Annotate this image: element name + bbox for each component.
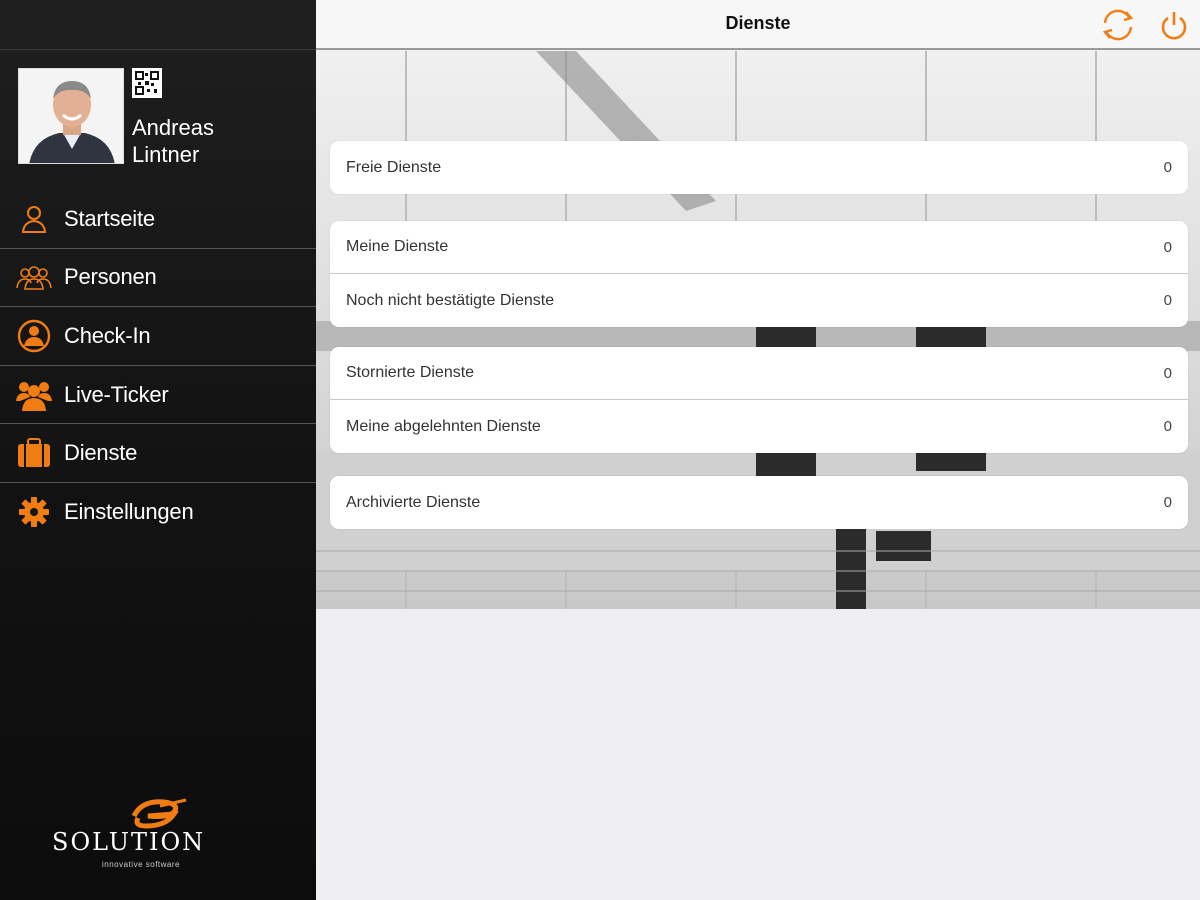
group-free: Freie Dienste 0 <box>330 141 1188 194</box>
list-item-label: Stornierte Dienste <box>346 364 475 381</box>
avatar-photo <box>19 69 123 163</box>
group-archived: Archivierte Dienste 0 <box>330 476 1188 529</box>
avatar[interactable] <box>18 68 124 164</box>
logo-wordmark: SOLUTION <box>52 828 206 856</box>
profile-last-name: Lintner <box>132 142 200 167</box>
sidebar-item-label: Check-In <box>64 322 151 348</box>
profile-name: Andreas Lintner <box>132 114 214 168</box>
list-item-count: 0 <box>1163 238 1172 256</box>
main-content: Freie Dienste 0 Meine Dienste 0 Noch nic… <box>316 51 1200 900</box>
sidebar-item-live-ticker[interactable]: Live-Ticker <box>0 366 316 425</box>
sidebar-item-personen[interactable]: Personen <box>0 249 316 308</box>
sidebar-item-startseite[interactable]: Startseite <box>0 190 316 249</box>
group-cancelled: Stornierte Dienste 0 Meine abgelehnten D… <box>330 347 1188 453</box>
logo-e-icon <box>131 798 187 829</box>
list-item-label: Freie Dienste <box>346 158 442 176</box>
list-item-count: 0 <box>1163 364 1172 382</box>
people-outline-icon <box>16 259 52 295</box>
header-bar: Dienste <box>316 0 1200 50</box>
list-item-label: Meine abgelehnten Dienste <box>346 417 541 435</box>
list-item[interactable]: Archivierte Dienste 0 <box>330 476 1188 529</box>
sidebar-item-label: Personen <box>64 264 157 290</box>
list-item-count: 0 <box>1163 292 1172 309</box>
list-item-label: Meine Dienste <box>346 238 449 255</box>
list-item[interactable]: Noch nicht bestätigte Dienste 0 <box>330 274 1188 327</box>
list-item[interactable]: Stornierte Dienste 0 <box>330 347 1188 400</box>
list-item-count: 0 <box>1163 494 1172 511</box>
list-item-count: 0 <box>1163 418 1172 435</box>
power-button[interactable] <box>1156 8 1192 42</box>
sidebar-item-label: Startseite <box>64 205 155 231</box>
list-item-label: Noch nicht bestätigte Dienste <box>346 291 555 309</box>
sidebar-top-bar <box>0 0 316 50</box>
gear-icon <box>16 494 52 530</box>
sidebar-nav: Startseite Personen Check-In Live-Ticker… <box>0 190 316 542</box>
group-icon <box>16 377 52 413</box>
sidebar-item-label: Einstellungen <box>64 499 194 525</box>
person-circle-icon <box>16 318 52 354</box>
profile-card[interactable]: Andreas Lintner <box>0 50 316 190</box>
company-logo: SOLUTION innovative software <box>52 798 268 878</box>
group-mine: Meine Dienste 0 Noch nicht bestätigte Di… <box>330 221 1188 327</box>
list-item-count: 0 <box>1163 159 1172 176</box>
list-item[interactable]: Freie Dienste 0 <box>330 141 1188 194</box>
qr-code-icon[interactable] <box>132 68 162 98</box>
page-title: Dienste <box>725 13 791 33</box>
refresh-button[interactable] <box>1100 8 1136 42</box>
sidebar-item-einstellungen[interactable]: Einstellungen <box>0 483 316 542</box>
list-item[interactable]: Meine Dienste 0 <box>330 221 1188 274</box>
sidebar-item-dienste[interactable]: Dienste <box>0 424 316 483</box>
person-outline-icon <box>16 201 52 237</box>
list-item-label: Archivierte Dienste <box>346 493 481 511</box>
refresh-icon <box>1102 9 1134 41</box>
sidebar-item-check-in[interactable]: Check-In <box>0 307 316 366</box>
power-icon <box>1161 12 1187 40</box>
sidebar: Andreas Lintner Startseite Personen Chec… <box>0 0 316 900</box>
logo-tagline: innovative software <box>102 860 180 869</box>
list-item[interactable]: Meine abgelehnten Dienste 0 <box>330 400 1188 453</box>
sidebar-item-label: Dienste <box>64 440 138 466</box>
profile-first-name: Andreas <box>132 115 214 140</box>
briefcase-icon <box>16 435 52 471</box>
sidebar-item-label: Live-Ticker <box>64 381 169 407</box>
